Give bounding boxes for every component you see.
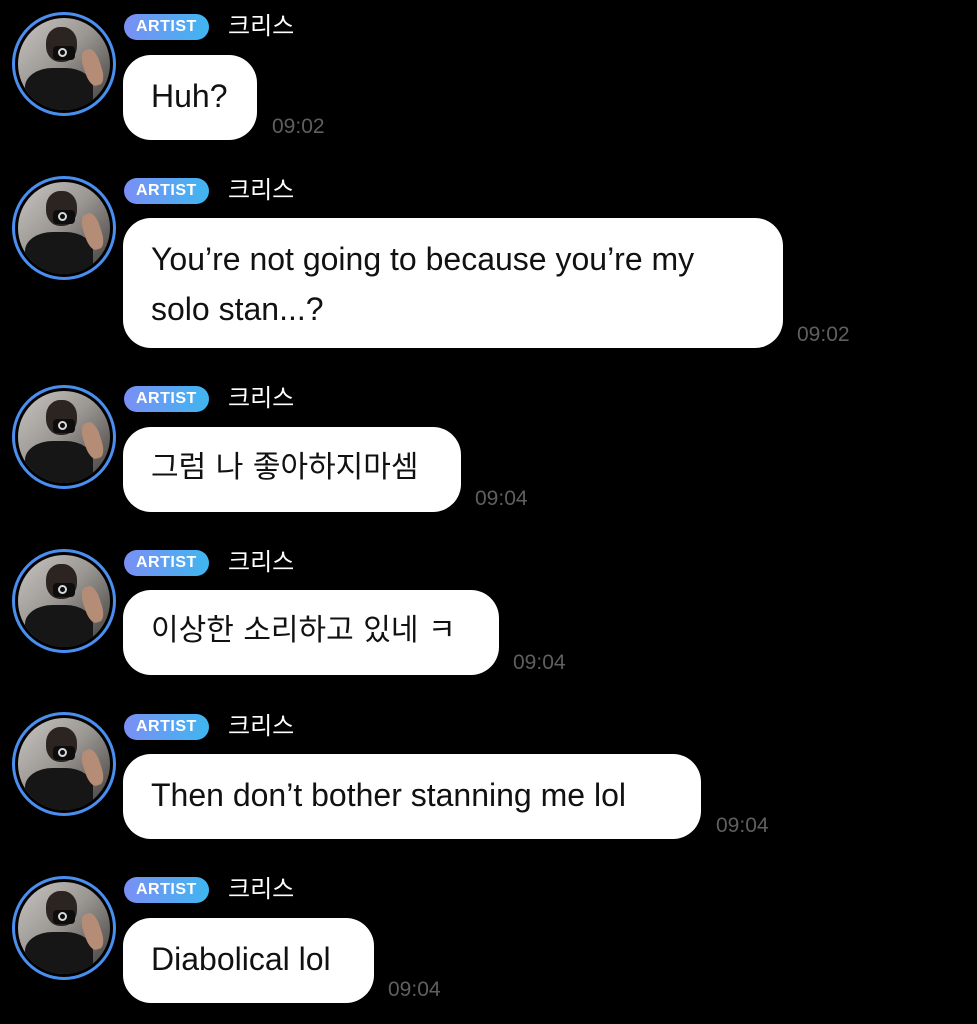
profile-photo-icon [18, 18, 110, 110]
message-bubble[interactable]: Diabolical lol [123, 918, 374, 1003]
sender-name: 크리스 [228, 176, 295, 204]
sender-name: 크리스 [228, 384, 295, 412]
avatar[interactable] [12, 712, 116, 816]
artist-badge: ARTIST [124, 714, 209, 740]
message-time: 09:04 [388, 978, 441, 1001]
message-time: 09:02 [272, 115, 325, 138]
profile-photo-icon [18, 882, 110, 974]
message-time: 09:04 [513, 651, 566, 674]
sender-name: 크리스 [228, 12, 295, 40]
profile-photo-icon [18, 391, 110, 483]
profile-photo-icon [18, 718, 110, 810]
artist-badge: ARTIST [124, 178, 209, 204]
message-bubble[interactable]: Huh? [123, 55, 257, 140]
artist-badge: ARTIST [124, 877, 209, 903]
artist-badge: ARTIST [124, 14, 209, 40]
message-bubble[interactable]: You’re not going to because you’re my so… [123, 218, 783, 348]
avatar[interactable] [12, 549, 116, 653]
avatar[interactable] [12, 176, 116, 280]
sender-name: 크리스 [228, 712, 295, 740]
artist-badge: ARTIST [124, 386, 209, 412]
message-time: 09:04 [475, 487, 528, 510]
message-time: 09:02 [797, 323, 850, 346]
avatar[interactable] [12, 876, 116, 980]
profile-photo-icon [18, 555, 110, 647]
message-bubble[interactable]: Then don’t bother stanning me lol [123, 754, 701, 839]
sender-name: 크리스 [228, 548, 295, 576]
profile-photo-icon [18, 182, 110, 274]
artist-badge: ARTIST [124, 550, 209, 576]
message-bubble[interactable]: 이상한 소리하고 있네 ㅋ [123, 590, 499, 675]
avatar[interactable] [12, 12, 116, 116]
message-bubble[interactable]: 그럼 나 좋아하지마셈 [123, 427, 461, 512]
message-time: 09:04 [716, 814, 769, 837]
avatar[interactable] [12, 385, 116, 489]
sender-name: 크리스 [228, 875, 295, 903]
